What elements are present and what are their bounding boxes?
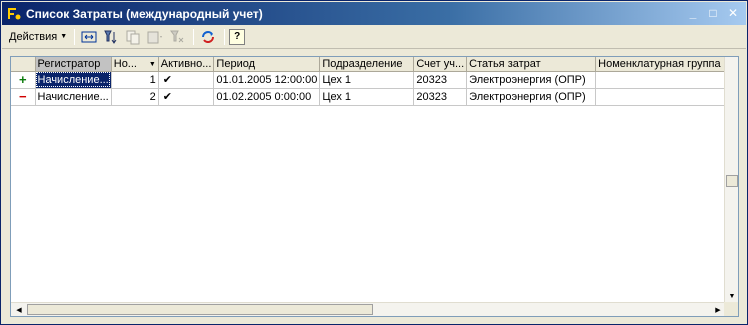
table-row[interactable]: − Начисление... 2 ✔ 01.02.2005 0:00:00 Ц… [11,88,737,106]
column-header-cost-item[interactable]: Статья затрат [466,57,597,72]
records-table: Регистратор Но... ▼ Активно... Период Под… [11,57,737,106]
checkmark-icon[interactable]: ✔ [158,88,215,106]
minus-icon: − [11,88,36,106]
title-bar[interactable]: Список Затраты (международный учет) _ □ … [2,2,746,25]
cell-nomenclature-group[interactable] [595,71,737,89]
app-logo-icon [6,6,22,22]
clear-filter-icon[interactable] [167,28,187,46]
cell-number[interactable]: 2 [111,88,159,106]
actions-menu[interactable]: Действия ▼ [6,29,70,45]
toolbar-separator [74,28,76,45]
actions-menu-label: Действия [9,30,58,43]
column-header-division[interactable]: Подразделение [319,57,415,72]
column-header-account[interactable]: Счет уч... [413,57,468,72]
scroll-left-icon[interactable]: ◀ [13,304,25,316]
vertical-scroll-thumb[interactable] [726,175,738,187]
cell-division[interactable]: Цех 1 [319,88,415,106]
checkmark-icon[interactable]: ✔ [158,71,215,89]
sort-arrow-icon: ▼ [148,60,156,68]
horizontal-scrollbar[interactable]: ◀ ▶ [11,302,726,316]
delete-icon[interactable] [145,28,165,46]
cell-period[interactable]: 01.01.2005 12:00:00 [213,71,321,89]
column-header-period[interactable]: Период [213,57,321,72]
column-header-number-label: Но... [113,57,137,70]
column-header-active[interactable]: Активно... [158,57,215,72]
horizontal-scroll-thumb[interactable] [27,304,373,315]
close-button[interactable]: ✕ [724,5,742,21]
minimize-button[interactable]: _ [684,5,702,21]
table-header: Регистратор Но... ▼ Активно... Период Под… [11,57,737,72]
cell-nomenclature-group[interactable] [595,88,737,106]
filter-icon[interactable] [101,28,121,46]
column-header-number[interactable]: Но... ▼ [111,57,159,72]
plus-icon: + [11,71,36,89]
list-window: Список Затраты (международный учет) _ □ … [0,0,748,325]
refresh-icon[interactable] [198,28,218,46]
toolbar-separator [193,28,195,45]
cell-account[interactable]: 20323 [413,71,468,89]
window-title: Список Затраты (международный учет) [26,6,263,21]
cell-cost-item[interactable]: Электроэнергия (ОПР) [466,71,597,89]
cell-registrar[interactable]: Начисление... [35,88,112,106]
copy-icon[interactable] [123,28,143,46]
scroll-down-icon[interactable]: ▼ [726,290,738,302]
cell-registrar[interactable]: Начисление... [35,71,112,89]
cell-account[interactable]: 20323 [413,88,468,106]
maximize-button[interactable]: □ [704,5,722,21]
toolbar: Действия ▼ ? [2,25,746,49]
toolbar-separator [224,28,226,45]
cell-division[interactable]: Цех 1 [319,71,415,89]
cell-number[interactable]: 1 [111,71,159,89]
data-grid: Регистратор Но... ▼ Активно... Период Под… [10,56,739,317]
scrollbar-corner [724,302,738,316]
cell-cost-item[interactable]: Электроэнергия (ОПР) [466,88,597,106]
vertical-scrollbar[interactable]: ▼ [724,57,738,304]
chevron-down-icon: ▼ [60,33,68,40]
help-icon[interactable]: ? [229,28,246,45]
expand-icon[interactable] [79,28,99,46]
column-header-nomenclature-group[interactable]: Номенклатурная группа [595,57,737,72]
column-header-sign[interactable] [11,57,36,72]
cell-period[interactable]: 01.02.2005 0:00:00 [213,88,321,106]
column-header-registrar[interactable]: Регистратор [35,57,112,72]
table-row[interactable]: + Начисление... 1 ✔ 01.01.2005 12:00:00 … [11,71,737,89]
scroll-right-icon[interactable]: ▶ [712,304,724,316]
